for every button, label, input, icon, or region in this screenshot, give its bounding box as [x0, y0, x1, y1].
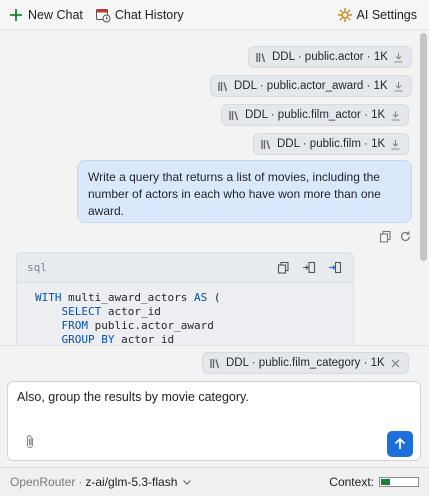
insert-code-icon[interactable]: [301, 260, 317, 276]
chat-transcript[interactable]: DDL · public.actor · 1K DDL · public.act…: [0, 31, 418, 345]
scrollbar-thumb[interactable]: [420, 33, 427, 261]
provider-label: OpenRouter: [10, 475, 76, 489]
code-block-header: sql: [17, 253, 353, 283]
message-input[interactable]: Also, group the results by movie categor…: [7, 381, 421, 461]
code-keyword: GROUP BY: [61, 333, 115, 345]
context-chip-film[interactable]: DDL · public.film · 1K: [253, 133, 410, 155]
model-selector[interactable]: z-ai/glm-5.3-flash: [85, 475, 177, 489]
plus-icon: [8, 7, 24, 23]
chevron-down-icon[interactable]: [179, 474, 195, 490]
top-toolbar: New Chat Chat History AI Settings: [0, 0, 429, 30]
close-icon[interactable]: [389, 357, 402, 370]
code-language-label: sql: [27, 261, 47, 274]
ai-settings-label: AI Settings: [356, 7, 417, 22]
code-keyword: WITH: [35, 291, 62, 304]
context-chip-actor-award[interactable]: DDL · public.actor_award · 1K: [210, 75, 412, 97]
context-usage: Context:: [329, 475, 419, 489]
download-icon[interactable]: [389, 109, 402, 122]
open-in-editor-icon[interactable]: [327, 260, 343, 276]
code-line: SELECT actor_id: [61, 305, 161, 318]
chat-history-button[interactable]: Chat History: [95, 7, 184, 23]
separator: ·: [78, 475, 83, 489]
settings-sparkle-icon: [337, 7, 353, 23]
context-chip-film-actor[interactable]: DDL · public.film_actor · 1K: [221, 104, 410, 126]
paperclip-icon[interactable]: [22, 434, 38, 450]
code-block: sql WITH multi_award_actors AS ( SELECT …: [16, 252, 354, 345]
context-label: Context:: [329, 475, 374, 489]
chat-history-label: Chat History: [114, 7, 184, 22]
code-content: WITH multi_award_actors AS ( SELECT acto…: [17, 283, 353, 345]
download-icon[interactable]: [389, 138, 402, 151]
chip-label: DDL · public.film_actor · 1K: [245, 109, 386, 121]
context-meter-fill: [381, 479, 390, 485]
message-input-value[interactable]: Also, group the results by movie categor…: [17, 390, 249, 404]
books-icon: [255, 51, 268, 64]
context-meter: [379, 477, 419, 487]
books-icon: [209, 357, 222, 370]
ai-settings-button[interactable]: AI Settings: [337, 7, 417, 23]
send-button[interactable]: [387, 431, 413, 457]
chip-label: DDL · public.film_category · 1K: [226, 357, 385, 369]
chip-label: DDL · public.film · 1K: [277, 138, 386, 150]
books-icon: [260, 138, 273, 151]
download-icon[interactable]: [392, 80, 405, 93]
code-line: GROUP BY actor_id: [61, 333, 175, 345]
user-message-line: number of actors in each who have won mo…: [88, 187, 381, 201]
copy-code-icon[interactable]: [275, 260, 291, 276]
new-chat-button[interactable]: New Chat: [8, 7, 83, 23]
code-line: FROM public.actor_award: [61, 319, 214, 332]
code-line: WITH multi_award_actors AS (: [35, 291, 221, 304]
arrow-up-icon: [392, 436, 408, 452]
message-actions: [377, 228, 413, 244]
copy-icon[interactable]: [377, 228, 393, 244]
code-keyword: AS: [193, 291, 208, 304]
user-message-bubble: Write a query that returns a list of mov…: [77, 160, 412, 223]
user-message-line: Write a query that returns a list of mov…: [88, 170, 380, 184]
calendar-clock-icon: [95, 7, 111, 23]
context-chip-actor[interactable]: DDL · public.actor · 1K: [248, 46, 412, 68]
books-icon: [217, 80, 230, 93]
code-keyword: SELECT: [61, 305, 102, 318]
chip-label: DDL · public.actor · 1K: [272, 51, 388, 63]
new-chat-label: New Chat: [28, 7, 83, 22]
retry-icon[interactable]: [397, 228, 413, 244]
code-keyword: FROM: [61, 319, 89, 332]
attached-context-chip[interactable]: DDL · public.film_category · 1K: [202, 352, 409, 374]
user-message-line: award.: [88, 204, 125, 218]
books-icon: [228, 109, 241, 122]
download-icon[interactable]: [392, 51, 405, 64]
chat-scrollbar[interactable]: [420, 33, 427, 343]
composer: DDL · public.film_category · 1K Also, gr…: [0, 345, 429, 467]
status-bar: OpenRouter · z-ai/glm-5.3-flash Context:: [0, 467, 429, 496]
chip-label: DDL · public.actor_award · 1K: [234, 80, 388, 92]
